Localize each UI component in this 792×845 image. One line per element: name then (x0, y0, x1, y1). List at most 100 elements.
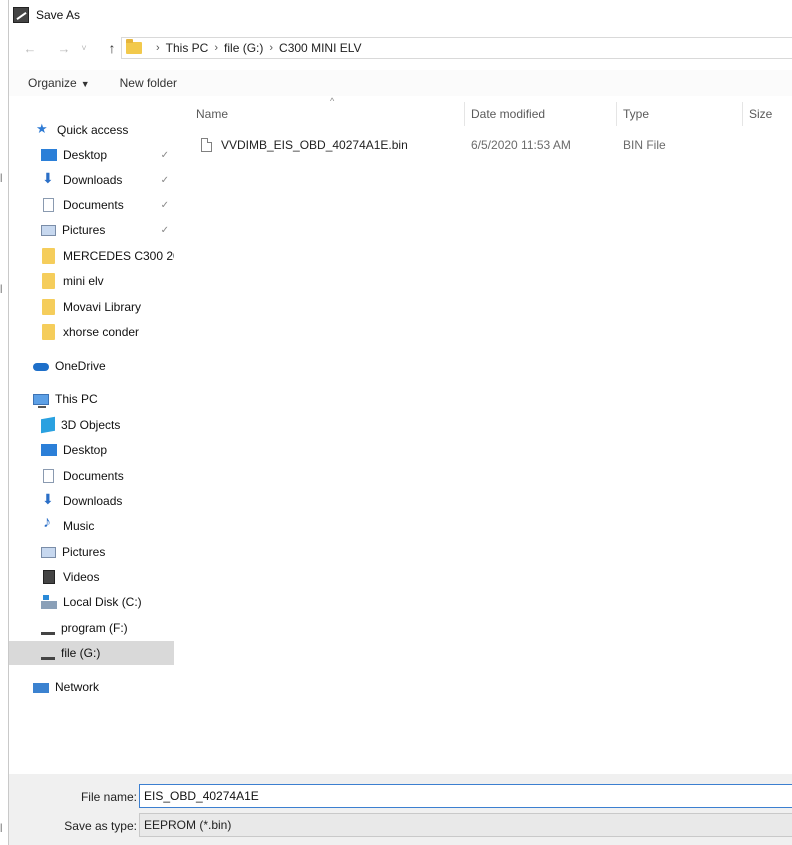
sidebar-item-pc-pictures[interactable]: Pictures (41, 540, 105, 564)
new-folder-button[interactable]: New folder (120, 76, 177, 90)
folder-icon (42, 299, 55, 315)
local-disk-icon (41, 595, 57, 609)
drive-icon (41, 656, 55, 660)
desktop-icon (41, 444, 57, 456)
documents-icon (43, 198, 54, 212)
column-divider[interactable] (464, 102, 465, 126)
back-arrow-icon[interactable]: ← (19, 41, 41, 56)
sidebar-item-onedrive[interactable]: OneDrive (33, 354, 106, 378)
sidebar-item-xhorse-conder[interactable]: xhorse conder (41, 320, 139, 344)
sidebar-item-pc-documents[interactable]: Documents (41, 464, 124, 488)
sidebar-item-label: Videos (63, 570, 100, 584)
sidebar-item-label: Desktop (63, 443, 108, 457)
chevron-right-icon: › (156, 42, 160, 54)
edge-mark: | (0, 172, 3, 182)
folder-icon (42, 324, 55, 340)
breadcrumb-c300-mini-elv[interactable]: C300 MINI ELV (279, 41, 361, 55)
recent-chevron-icon[interactable]: ˅ (73, 43, 95, 53)
sort-ascending-icon: ^ (330, 96, 335, 106)
breadcrumb-file-g[interactable]: file (G:) (224, 41, 263, 55)
sidebar-item-label: OneDrive (55, 359, 106, 373)
file-list: ^ Name Date modified Type Size VVDIMB_EI… (189, 96, 792, 770)
column-divider[interactable] (742, 102, 743, 126)
column-divider[interactable] (616, 102, 617, 126)
sidebar-item-label: Documents (63, 198, 124, 212)
cloud-icon (33, 359, 49, 373)
computer-icon (33, 393, 49, 408)
sidebar-item-3d-objects[interactable]: 3D Objects (41, 413, 120, 437)
network-icon (33, 683, 49, 693)
music-icon (41, 514, 57, 533)
pin-icon[interactable]: ✓ (161, 200, 169, 211)
forward-arrow-icon[interactable]: → (53, 41, 75, 56)
pin-icon[interactable]: ✓ (161, 150, 169, 161)
edge-mark: | (0, 283, 3, 293)
address-bar[interactable]: › This PC › file (G:) › C300 MINI ELV (121, 37, 792, 59)
sidebar-item-quick-access[interactable]: Quick access (35, 118, 128, 142)
organize-label: Organize (28, 76, 77, 90)
column-header-size[interactable]: Size (749, 107, 772, 121)
videos-icon (43, 570, 55, 584)
up-arrow-icon[interactable]: ↑ (101, 40, 123, 56)
folder-icon (42, 248, 55, 264)
sidebar-item-pc-desktop[interactable]: Desktop (41, 438, 107, 462)
downloads-icon (41, 491, 57, 508)
sidebar-item-label: This PC (55, 392, 98, 406)
sidebar-item-documents[interactable]: Documents ✓ (41, 193, 174, 217)
downloads-icon (41, 170, 57, 187)
sidebar-item-label: Quick access (57, 123, 129, 137)
sidebar-item-desktop[interactable]: Desktop ✓ (41, 143, 174, 167)
sidebar-item-label: Downloads (63, 173, 123, 187)
command-bar: Organize ▼ New folder (9, 70, 792, 96)
save-as-type-label: Save as type: (64, 819, 137, 833)
sidebar-item-downloads[interactable]: Downloads ✓ (41, 168, 174, 192)
column-header-date-modified[interactable]: Date modified (471, 107, 545, 121)
file-name: VVDIMB_EIS_OBD_40274A1E.bin (221, 138, 408, 152)
sidebar-item-pc-downloads[interactable]: Downloads (41, 489, 122, 513)
pictures-icon (41, 224, 56, 236)
sidebar-item-label: Downloads (63, 494, 123, 508)
pin-icon[interactable]: ✓ (161, 175, 169, 186)
folder-icon (126, 39, 142, 54)
save-form: File name: Save as type: EEPROM (*.bin) (9, 774, 792, 845)
sidebar-item-label: Network (55, 680, 100, 694)
chevron-right-icon: › (214, 42, 219, 54)
sidebar-item-label: program (F:) (61, 621, 128, 635)
sidebar-item-mini-elv[interactable]: mini elv (41, 269, 104, 293)
save-as-dialog: Save As ← → ˅ ↑ › This PC › file (G:) › … (8, 0, 792, 845)
folder-icon (42, 273, 55, 289)
sidebar-item-pictures[interactable]: Pictures ✓ (41, 218, 174, 242)
sidebar-item-label: Movavi Library (63, 300, 142, 314)
documents-icon (43, 469, 54, 483)
breadcrumb-this-pc[interactable]: This PC (166, 41, 209, 55)
star-icon (35, 121, 51, 137)
file-icon (201, 138, 212, 152)
3d-objects-icon (41, 416, 55, 434)
sidebar-item-label: Pictures (62, 223, 106, 237)
file-row[interactable]: VVDIMB_EIS_OBD_40274A1E.bin 6/5/2020 11:… (201, 134, 781, 156)
sidebar-item-label: Documents (63, 469, 124, 483)
save-as-type-select[interactable]: EEPROM (*.bin) (139, 813, 792, 837)
sidebar-item-music[interactable]: Music (41, 514, 94, 538)
column-header-type[interactable]: Type (623, 107, 649, 121)
sidebar-item-movavi-library[interactable]: Movavi Library (41, 295, 141, 319)
sidebar-item-network[interactable]: Network (33, 675, 99, 699)
save-as-type-value: EEPROM (*.bin) (144, 818, 232, 832)
sidebar-item-this-pc[interactable]: This PC (33, 387, 98, 411)
window-title: Save As (36, 8, 81, 22)
desktop-icon (41, 149, 57, 161)
organize-button[interactable]: Organize ▼ (28, 76, 90, 90)
sidebar-item-label: MERCEDES C300 20 (63, 249, 174, 263)
edge-mark: | (0, 822, 3, 832)
sidebar-item-label: Desktop (63, 148, 108, 162)
pictures-icon (41, 546, 56, 558)
sidebar-item-file-g[interactable]: file (G:) (9, 641, 174, 665)
column-header-name[interactable]: Name (196, 107, 228, 121)
sidebar-item-videos[interactable]: Videos (41, 565, 99, 589)
sidebar-item-label: 3D Objects (61, 418, 121, 432)
sidebar-item-mercedes-c300[interactable]: MERCEDES C300 20 (41, 244, 174, 268)
sidebar-item-program-f[interactable]: program (F:) (41, 616, 128, 640)
pin-icon[interactable]: ✓ (161, 225, 169, 236)
sidebar-item-local-disk-c[interactable]: Local Disk (C:) (41, 590, 142, 614)
file-name-input[interactable] (139, 784, 792, 808)
